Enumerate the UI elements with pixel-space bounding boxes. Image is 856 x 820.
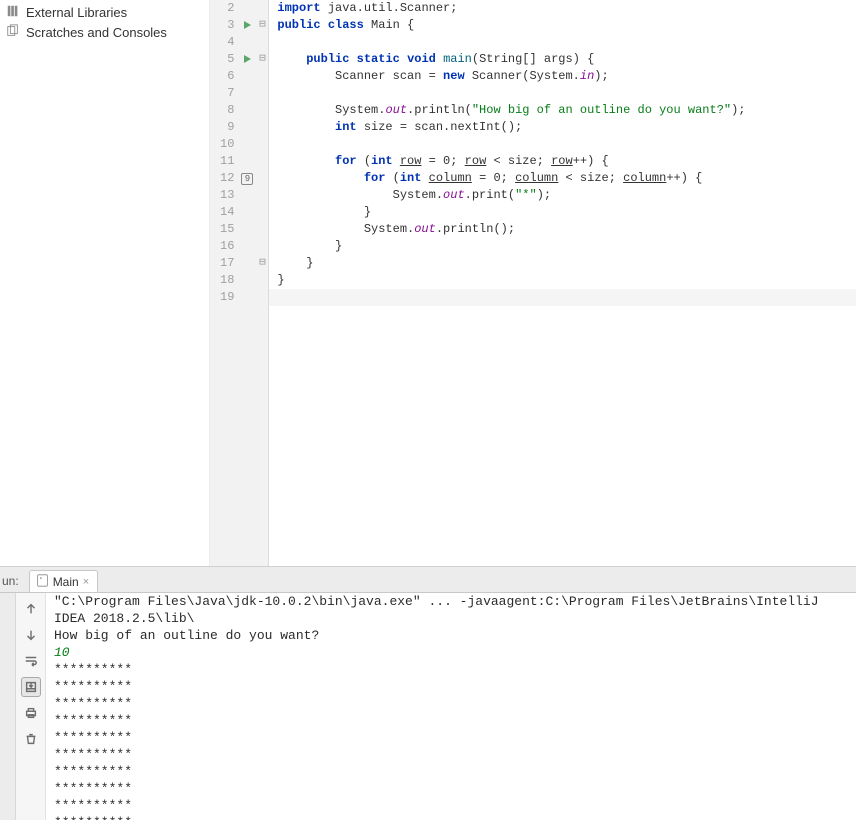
code-line[interactable]: } (269, 238, 856, 255)
line-number[interactable]: 4 (220, 34, 234, 51)
console-output[interactable]: "C:\Program Files\Java\jdk-10.0.2\bin\ja… (46, 593, 856, 820)
console-line: ********** (54, 678, 848, 695)
run-tool-window: "C:\Program Files\Java\jdk-10.0.2\bin\ja… (0, 592, 856, 820)
console-line: ********** (54, 712, 848, 729)
editor-gutter: 2345678910111213141516171819 9 ⊟⊟⊟ (210, 0, 269, 566)
run-label: un: (0, 570, 29, 592)
code-line[interactable]: System.out.print("*"); (269, 187, 856, 204)
line-number[interactable]: 15 (220, 221, 234, 238)
tree-item-external-libraries[interactable]: External Libraries (0, 3, 209, 23)
code-line[interactable]: int size = scan.nextInt(); (269, 119, 856, 136)
close-icon[interactable]: × (83, 576, 89, 588)
console-input-line: 10 (54, 644, 848, 661)
code-area[interactable]: import java.util.Scanner;public class Ma… (269, 0, 856, 566)
run-tab-main[interactable]: Main × (29, 570, 98, 592)
soft-wrap-icon[interactable] (21, 651, 41, 671)
console-line: ********** (54, 661, 848, 678)
console-line: ********** (54, 729, 848, 746)
console-line: ********** (54, 695, 848, 712)
code-line[interactable]: } (269, 204, 856, 221)
console-toolbar (16, 593, 46, 820)
tree-item-label: Scratches and Consoles (26, 25, 167, 40)
code-line[interactable]: for (int column = 0; column < size; colu… (269, 170, 856, 187)
line-number[interactable]: 9 (220, 119, 234, 136)
code-line[interactable]: for (int row = 0; row < size; row++) { (269, 153, 856, 170)
code-line[interactable]: System.out.println(); (269, 221, 856, 238)
code-line[interactable]: public class Main { (269, 17, 856, 34)
line-number[interactable]: 6 (220, 68, 234, 85)
code-line[interactable] (269, 34, 856, 51)
line-number[interactable]: 7 (220, 85, 234, 102)
line-number[interactable]: 17 (220, 255, 234, 272)
project-tree: External Libraries Scratches and Console… (0, 0, 210, 566)
line-number[interactable]: 8 (220, 102, 234, 119)
console-line: ********** (54, 797, 848, 814)
bookmark-icon[interactable]: 9 (241, 173, 253, 185)
trash-icon[interactable] (21, 729, 41, 749)
line-number[interactable]: 5 (220, 51, 234, 68)
line-number[interactable]: 13 (220, 187, 234, 204)
line-number[interactable]: 11 (220, 153, 234, 170)
fold-icon[interactable]: ⊟ (256, 51, 268, 68)
tree-item-label: External Libraries (26, 5, 127, 20)
line-number[interactable]: 10 (220, 136, 234, 153)
run-tab-label: Main (53, 575, 79, 589)
code-line[interactable]: System.out.println("How big of an outlin… (269, 102, 856, 119)
code-line[interactable] (269, 85, 856, 102)
console-line: ********** (54, 780, 848, 797)
fold-icon[interactable]: ⊟ (256, 255, 268, 272)
code-editor[interactable]: 2345678910111213141516171819 9 ⊟⊟⊟ impor… (210, 0, 856, 566)
tool-window-strip (0, 593, 16, 820)
code-line[interactable]: } (269, 255, 856, 272)
line-number[interactable]: 16 (220, 238, 234, 255)
code-line[interactable]: } (269, 272, 856, 289)
line-number[interactable]: 3 (220, 17, 234, 34)
scroll-to-end-icon[interactable] (21, 677, 41, 697)
run-config-icon (36, 574, 49, 590)
line-number[interactable]: 18 (220, 272, 234, 289)
scratches-icon (6, 24, 20, 41)
console-line: ********** (54, 746, 848, 763)
code-line[interactable]: public static void main(String[] args) { (269, 51, 856, 68)
run-tool-tabbar: un: Main × (0, 566, 856, 592)
code-line[interactable] (269, 289, 856, 306)
print-icon[interactable] (21, 703, 41, 723)
external-libraries-icon (6, 4, 20, 21)
console-line: How big of an outline do you want? (54, 627, 848, 644)
code-line[interactable]: import java.util.Scanner; (269, 0, 856, 17)
run-gutter-icon[interactable] (244, 55, 251, 63)
run-gutter-icon[interactable] (244, 21, 251, 29)
tree-item-scratches[interactable]: Scratches and Consoles (0, 23, 209, 43)
console-line: ********** (54, 814, 848, 820)
line-number[interactable]: 19 (220, 289, 234, 306)
console-line: "C:\Program Files\Java\jdk-10.0.2\bin\ja… (54, 593, 848, 627)
line-number[interactable]: 14 (220, 204, 234, 221)
fold-icon[interactable]: ⊟ (256, 17, 268, 34)
line-number[interactable]: 2 (220, 0, 234, 17)
console-line: ********** (54, 763, 848, 780)
code-line[interactable]: Scanner scan = new Scanner(System.in); (269, 68, 856, 85)
down-arrow-icon[interactable] (21, 625, 41, 645)
line-number[interactable]: 12 (220, 170, 234, 187)
code-line[interactable] (269, 136, 856, 153)
up-arrow-icon[interactable] (21, 599, 41, 619)
